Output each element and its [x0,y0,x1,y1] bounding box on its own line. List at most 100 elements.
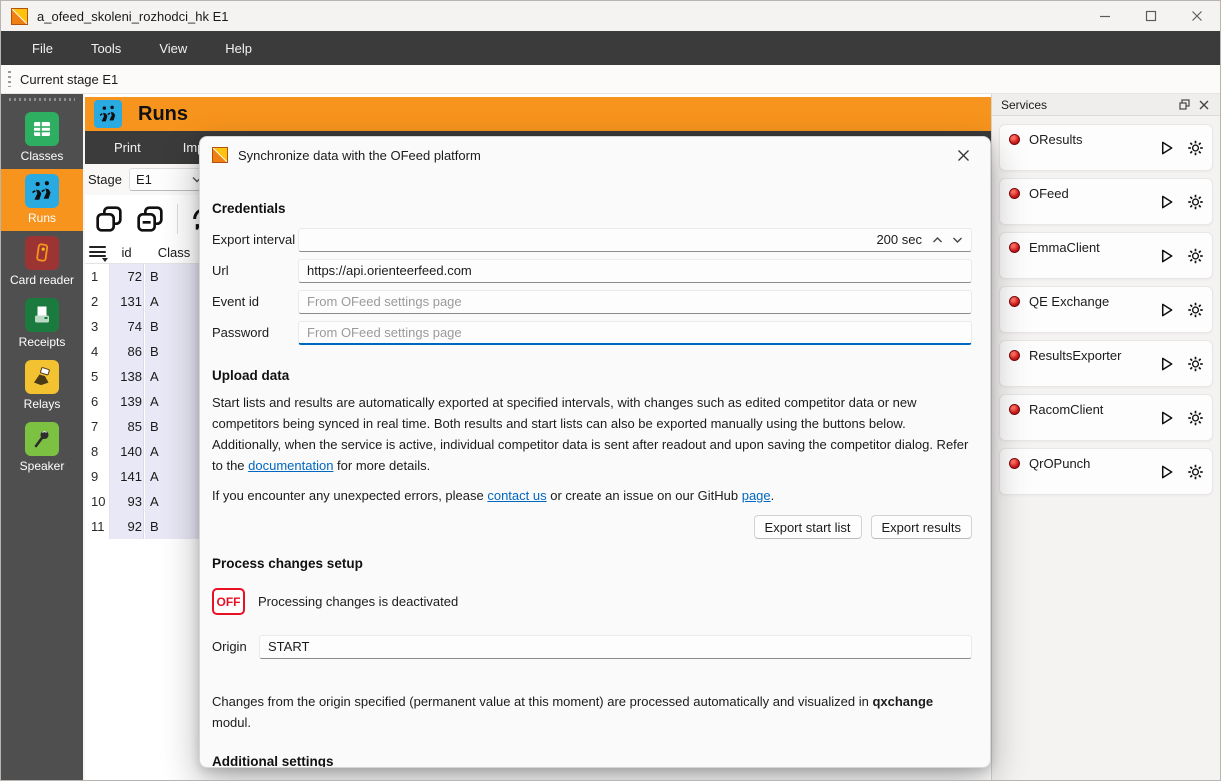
sidebar-item-classes[interactable]: Classes [1,107,83,169]
service-card-emmaclient: EmmaClient [999,232,1213,279]
spin-down-icon[interactable] [952,236,963,244]
receipts-icon [25,298,59,332]
credentials-heading: Credentials [212,201,286,216]
password-input[interactable] [298,320,972,345]
service-settings-icon[interactable] [1187,409,1204,426]
stage-toolbar: Current stage E1 [1,65,1220,94]
services-panel-header: Services [992,94,1220,116]
origin-note: Changes from the origin specified (perma… [212,694,934,731]
menu-bar: File Tools View Help [1,31,1220,65]
upload-description: Start lists and results are automaticall… [212,395,969,474]
float-panel-icon[interactable] [1174,96,1194,114]
page-title: Runs [138,102,188,125]
documentation-link[interactable]: documentation [248,458,333,473]
start-service-icon[interactable] [1158,355,1175,372]
service-settings-icon[interactable] [1187,193,1204,210]
runs-page-header: Runs [85,97,991,131]
service-settings-icon[interactable] [1187,247,1204,264]
export-interval-label: Export interval [212,232,296,247]
start-service-icon[interactable] [1158,301,1175,318]
column-header-id[interactable]: id [109,245,144,260]
classes-icon [25,112,59,146]
copy-icon[interactable] [93,203,125,235]
service-card-oresults: OResults [999,124,1213,171]
stage-label: Stage [88,172,122,187]
minimize-button[interactable] [1082,1,1128,31]
origin-label: Origin [212,639,247,655]
dialog-close-icon[interactable] [948,142,978,168]
url-input[interactable] [298,258,972,283]
export-results-button[interactable]: Export results [870,515,972,540]
event-id-input[interactable] [298,289,972,314]
sidebar-item-speaker[interactable]: Speaker [1,417,83,479]
github-page-link[interactable]: page [742,488,771,503]
sidebar: Classes Runs Card reader Receipts Relays… [1,94,83,780]
app-logo-icon [212,147,228,163]
service-settings-icon[interactable] [1187,355,1204,372]
contact-us-link[interactable]: contact us [487,488,546,503]
url-label: Url [212,263,229,278]
window-title: a_ofeed_skoleni_rozhodci_hk E1 [37,8,229,24]
menu-print[interactable]: Print [93,131,162,164]
sync-ofeed-dialog: Synchronize data with the OFeed platform… [199,136,991,768]
close-button[interactable] [1174,1,1220,31]
current-stage-label: Current stage E1 [20,71,119,87]
error-help-text: If you encounter any unexpected errors, … [212,488,775,504]
start-service-icon[interactable] [1158,463,1175,480]
runs-header-icon [94,100,122,128]
app-logo-icon [11,7,28,25]
status-stopped-icon [1009,458,1020,469]
app-window: a_ofeed_skoleni_rozhodci_hk E1 File Tool… [0,0,1221,781]
menu-tools[interactable]: Tools [72,31,140,65]
table-menu-icon[interactable] [89,246,108,262]
window-titlebar: a_ofeed_skoleni_rozhodci_hk E1 [1,1,1220,31]
stage-combobox[interactable]: E1 [128,168,209,191]
speaker-icon [25,422,59,456]
sidebar-item-card-reader[interactable]: Card reader [1,231,83,293]
service-card-qe-exchange: QE Exchange [999,286,1213,333]
toolbar-divider [177,203,178,234]
sidebar-item-relays[interactable]: Relays [1,355,83,417]
password-label: Password [212,325,270,340]
maximize-button[interactable] [1128,1,1174,31]
service-card-resultsexporter: ResultsExporter [999,340,1213,387]
menu-help[interactable]: Help [206,31,271,65]
service-settings-icon[interactable] [1187,463,1204,480]
dialog-titlebar: Synchronize data with the OFeed platform [200,137,990,173]
card-reader-icon [25,236,59,270]
sidebar-drag-handle[interactable] [9,98,75,101]
copy-remove-icon[interactable] [134,203,166,235]
status-stopped-icon [1009,296,1020,307]
service-card-racomclient: RacomClient [999,394,1213,441]
upload-data-heading: Upload data [212,368,290,383]
services-panel: Services OResults OFeed EmmaClient QE Ex… [991,94,1220,780]
service-settings-icon[interactable] [1187,301,1204,318]
start-service-icon[interactable] [1158,247,1175,264]
toolbar-drag-handle[interactable] [8,71,11,87]
origin-input[interactable] [259,634,972,659]
spin-up-icon[interactable] [932,236,943,244]
start-service-icon[interactable] [1158,139,1175,156]
relays-icon [25,360,59,394]
status-stopped-icon [1009,134,1020,145]
status-stopped-icon [1009,404,1020,415]
status-stopped-icon [1009,188,1020,199]
service-card-qropunch: QrOPunch [999,448,1213,495]
runs-icon [25,174,59,208]
processing-off-toggle[interactable]: OFF [212,588,245,616]
processing-status-text: Processing changes is deactivated [258,594,459,610]
sidebar-item-receipts[interactable]: Receipts [1,293,83,355]
start-service-icon[interactable] [1158,409,1175,426]
sidebar-item-runs[interactable]: Runs [1,169,83,231]
export-start-list-button[interactable]: Export start list [753,515,862,540]
service-card-ofeed: OFeed [999,178,1213,225]
service-settings-icon[interactable] [1187,139,1204,156]
services-title: Services [1001,97,1048,112]
column-header-class[interactable]: Class [145,245,203,260]
process-changes-heading: Process changes setup [212,556,363,572]
export-interval-spinbox[interactable]: 200 sec [298,227,972,252]
start-service-icon[interactable] [1158,193,1175,210]
close-panel-icon[interactable] [1194,96,1214,114]
menu-file[interactable]: File [13,31,72,65]
menu-view[interactable]: View [140,31,206,65]
